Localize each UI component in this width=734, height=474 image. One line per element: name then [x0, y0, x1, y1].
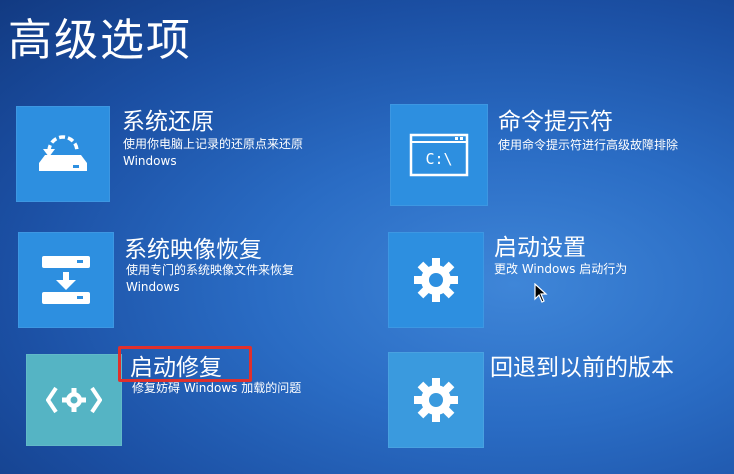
highlight-box: [118, 346, 252, 382]
system-restore-icon: [16, 106, 110, 202]
option-system-restore[interactable]: 系统还原 使用你电脑上记录的还原点来还原 Windows: [16, 106, 346, 206]
system-image-icon: [18, 232, 114, 328]
option-title: 系统映像恢复: [124, 237, 262, 263]
option-title: 启动设置: [494, 235, 586, 261]
option-description-line2: Windows: [123, 154, 177, 168]
mouse-cursor-icon: [534, 283, 548, 303]
option-command-prompt[interactable]: C:\ 命令提示符 使用命令提示符进行高级故障排除: [390, 104, 720, 206]
option-description: 使用命令提示符进行高级故障排除: [498, 138, 679, 152]
option-system-image-recovery[interactable]: 系统映像恢复 使用专门的系统映像文件来恢复 Windows: [18, 232, 348, 332]
option-description-line2: Windows: [126, 280, 180, 294]
option-go-back[interactable]: 回退到以前的版本: [388, 352, 718, 452]
option-title: 命令提示符: [498, 109, 613, 135]
command-prompt-icon: C:\: [390, 104, 488, 206]
option-description: 使用专门的系统映像文件来恢复: [126, 263, 295, 277]
command-prompt-text: C:\: [425, 150, 452, 168]
option-description: 修复妨碍 Windows 加载的问题: [132, 381, 302, 395]
option-title: 系统还原: [122, 109, 214, 135]
option-description: 使用你电脑上记录的还原点来还原: [123, 137, 304, 151]
option-startup-settings[interactable]: 启动设置 更改 Windows 启动行为: [388, 232, 718, 332]
gear-icon: [388, 352, 484, 448]
repair-code-icon: [26, 354, 122, 446]
gear-icon: [388, 232, 484, 328]
page-title: 高级选项: [8, 15, 192, 66]
option-title: 回退到以前的版本: [490, 355, 674, 381]
option-description: 更改 Windows 启动行为: [494, 262, 628, 276]
